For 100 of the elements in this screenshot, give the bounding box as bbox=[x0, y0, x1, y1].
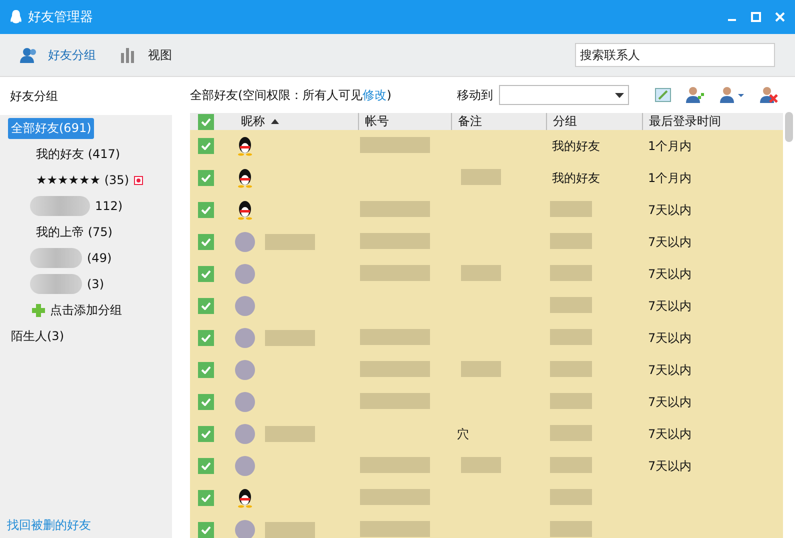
group-item[interactable]: (3) bbox=[84, 275, 107, 293]
blurred-note bbox=[461, 264, 501, 280]
blurred-note bbox=[461, 168, 501, 184]
blurred-name bbox=[265, 234, 315, 250]
avatar-photo bbox=[235, 328, 255, 348]
group-item[interactable]: 我的好友 (417) bbox=[33, 144, 124, 164]
blurred-account bbox=[360, 520, 430, 536]
check-icon bbox=[201, 206, 211, 214]
check-icon bbox=[201, 118, 211, 126]
close-icon[interactable] bbox=[775, 12, 785, 22]
group-item[interactable]: 陌生人(3) bbox=[8, 326, 67, 346]
table-cell-text: 穴 bbox=[456, 426, 469, 440]
avatar-photo bbox=[235, 232, 255, 252]
move-to-label: 移动到 bbox=[457, 86, 493, 104]
column-header[interactable]: 帐号 bbox=[358, 113, 451, 130]
maximize-icon[interactable] bbox=[751, 12, 761, 22]
sidebar-heading: 好友分组 bbox=[10, 88, 58, 104]
check-icon bbox=[201, 462, 211, 470]
column-header[interactable]: 分组 bbox=[546, 113, 642, 130]
blurred-account bbox=[360, 232, 430, 248]
blurred-account bbox=[360, 488, 430, 504]
checkbox[interactable] bbox=[198, 426, 214, 442]
add-group-link[interactable]: 点击添加分组 bbox=[47, 300, 125, 320]
avatar-photo bbox=[235, 424, 255, 444]
blurred-group bbox=[550, 232, 592, 248]
blurred-group bbox=[550, 264, 592, 280]
checkbox[interactable] bbox=[198, 490, 214, 506]
penguin-avatar bbox=[235, 488, 255, 508]
blurred-group bbox=[550, 328, 592, 344]
table-cell-text: 1个月内 bbox=[647, 170, 692, 184]
penguin-avatar bbox=[235, 136, 255, 156]
table-cell-text: 我的好友 bbox=[551, 170, 600, 184]
table-cell-text: 1个月内 bbox=[647, 138, 692, 152]
search-field[interactable]: 搜索联系人 bbox=[575, 43, 775, 67]
blurred-name bbox=[265, 330, 315, 346]
blurred-note bbox=[461, 456, 501, 472]
checkbox[interactable] bbox=[198, 298, 214, 314]
table-cell-text: 7天以内 bbox=[647, 426, 692, 440]
check-icon bbox=[201, 174, 211, 182]
group-item[interactable]: ★★★★★★ (35) bbox=[33, 171, 132, 189]
avatar-photo bbox=[235, 456, 255, 476]
checkbox[interactable] bbox=[198, 170, 214, 186]
table-cell-text: 我的好友 bbox=[551, 138, 600, 152]
check-icon bbox=[201, 430, 211, 438]
toolbar-tab[interactable]: 好友分组 bbox=[20, 46, 96, 64]
checkbox[interactable] bbox=[198, 138, 214, 154]
blurred-group bbox=[550, 296, 592, 312]
check-icon bbox=[201, 494, 211, 502]
check-icon bbox=[201, 366, 211, 374]
avatar-photo bbox=[235, 264, 255, 284]
blurred-account bbox=[360, 456, 430, 472]
edit-link[interactable]: 修改 bbox=[362, 88, 387, 102]
blurred-group bbox=[550, 392, 592, 408]
plus-icon bbox=[32, 304, 45, 316]
blurred-group bbox=[550, 200, 592, 216]
table-cell-text: 7天以内 bbox=[647, 234, 692, 248]
check-icon bbox=[201, 302, 211, 310]
checkbox[interactable] bbox=[198, 394, 214, 410]
blurred-group bbox=[550, 488, 592, 504]
group-item[interactable]: 112) bbox=[92, 197, 126, 215]
blurred-account bbox=[360, 200, 430, 216]
check-icon bbox=[201, 398, 211, 406]
table-cell-text: 7天以内 bbox=[647, 362, 692, 376]
column-header[interactable]: 备注 bbox=[451, 113, 546, 130]
blurred-account bbox=[360, 328, 430, 344]
group-item[interactable]: 我的上帝 (75) bbox=[33, 222, 116, 242]
blurred-note bbox=[461, 360, 501, 376]
caret-icon bbox=[615, 92, 624, 98]
avatar-photo bbox=[235, 520, 255, 538]
group-item[interactable]: (49) bbox=[84, 249, 115, 267]
checkbox[interactable] bbox=[198, 522, 214, 538]
penguin-avatar bbox=[235, 200, 255, 220]
checkbox[interactable] bbox=[198, 330, 214, 346]
blurred-account bbox=[360, 264, 430, 280]
people-icon bbox=[20, 47, 38, 63]
column-header[interactable]: 昵称 bbox=[235, 113, 358, 130]
blurred-group bbox=[550, 456, 592, 472]
window-title: 好友管理器 bbox=[28, 9, 94, 26]
blurred-account bbox=[360, 360, 430, 376]
check-icon bbox=[201, 526, 211, 534]
blurred-label bbox=[30, 248, 82, 268]
table-cell-text: 7天以内 bbox=[647, 394, 692, 408]
table-cell-text: 7天以内 bbox=[647, 458, 692, 472]
avatar-photo bbox=[235, 392, 255, 412]
table-cell-text: 7天以内 bbox=[647, 330, 692, 344]
checkbox[interactable] bbox=[198, 202, 214, 218]
blurred-name bbox=[265, 426, 315, 442]
blurred-account bbox=[360, 136, 430, 152]
checkbox[interactable] bbox=[198, 362, 214, 378]
checkbox[interactable] bbox=[198, 114, 214, 130]
check-icon bbox=[201, 334, 211, 342]
checkbox[interactable] bbox=[198, 458, 214, 474]
move-to-dropdown[interactable] bbox=[499, 85, 629, 105]
checkbox[interactable] bbox=[198, 266, 214, 282]
toolbar-tab[interactable]: 视图 bbox=[120, 46, 172, 64]
blurred-group bbox=[550, 520, 592, 536]
checkbox[interactable] bbox=[198, 234, 214, 250]
avatar-photo bbox=[235, 296, 255, 316]
info-text: 全部好友(空间权限：所有人可见修改) bbox=[190, 86, 392, 104]
group-item[interactable]: 全部好友(691) bbox=[8, 118, 94, 138]
